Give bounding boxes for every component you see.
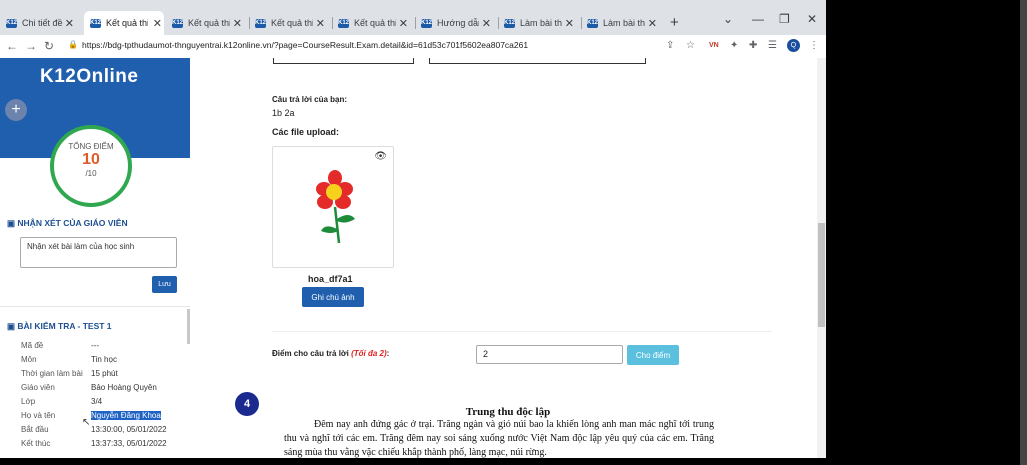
add-plus-icon[interactable]: + [5, 99, 27, 121]
teacher-comment-heading: ▣ NHẬN XÉT CỦA GIÁO VIÊN [7, 218, 128, 228]
tab-ket-qua-thi-3[interactable]: K12 Kết quả thi ✕ [255, 11, 327, 35]
reload-icon[interactable]: ↻ [44, 39, 54, 53]
info-row-mon: Môn Tin học [21, 355, 117, 364]
lock-icon: 🔒 [68, 40, 78, 49]
tab-ket-qua-thi-active[interactable]: K12 Kết quả thi ✕ [84, 11, 164, 35]
score-label: TỔNG ĐIỂM [68, 142, 114, 151]
total-score-circle: TỔNG ĐIỂM 10 /10 [50, 125, 132, 207]
extension-icon[interactable]: ✦ [730, 40, 738, 51]
info-row-giao-vien: Giáo viên Bảo Hoàng Quyên [21, 383, 157, 392]
main-scrollbar[interactable] [817, 58, 826, 458]
k12-favicon-icon: K12 [6, 18, 18, 28]
score-max-hint: (Tối đa 2) [351, 349, 387, 358]
desktop-background [826, 0, 1027, 465]
score-value: 10 [82, 151, 100, 168]
k12online-logo: K12Online [40, 66, 139, 87]
exam-heading: ▣ BÀI KIỂM TRA - TEST 1 [7, 321, 112, 331]
bookmark-star-icon[interactable]: ☆ [686, 40, 695, 51]
k12-favicon-icon: K12 [504, 18, 516, 28]
passage-title: Trung thu độc lập [465, 406, 551, 418]
close-icon[interactable]: ✕ [233, 17, 242, 30]
image-note-button[interactable]: Ghi chú ảnh [302, 287, 364, 307]
close-icon[interactable]: ✕ [482, 17, 491, 30]
eye-icon[interactable]: 👁 [374, 151, 387, 162]
score-max: /10 [85, 169, 97, 178]
new-tab-plus-icon[interactable]: + [670, 14, 679, 31]
prev-field-box [273, 58, 414, 64]
sidebar: K12Online + TỔNG ĐIỂM 10 /10 ▣ NHẬN XÉT … [0, 58, 190, 458]
scrollbar-thumb[interactable] [818, 223, 825, 327]
divider [0, 306, 190, 307]
tab-search-chevron-icon[interactable]: ⌄ [723, 12, 733, 26]
divider [272, 331, 772, 332]
give-score-button[interactable]: Cho điểm [627, 345, 679, 365]
close-window-icon[interactable]: ✕ [807, 12, 817, 26]
info-row-ma-de: Mã đề --- [21, 341, 99, 350]
main-content: Câu trả lời của bạn: 1b 2a Các file uplo… [190, 58, 817, 458]
tab-separator [249, 17, 250, 29]
passage-text: Đêm nay anh đứng gác ở trại. Trăng ngàn … [284, 419, 714, 458]
profile-avatar[interactable]: Q [787, 39, 800, 52]
tab-separator [581, 17, 582, 29]
close-icon[interactable]: ✕ [399, 17, 408, 30]
info-row-ho-va-ten: Họ và tên Nguyễn Đăng Khoa [21, 411, 161, 420]
info-row-thoi-gian: Thời gian làm bài 15 phút [21, 369, 118, 378]
score-for-answer-label: Điểm cho câu trả lời (Tối đa 2): [272, 349, 390, 358]
tab-separator [415, 17, 416, 29]
k12-favicon-icon: K12 [421, 18, 433, 28]
browser-window: K12Chi tiết đề thi✕ K12Kết quả thi✕ K12K… [0, 0, 826, 458]
restore-icon[interactable]: ❐ [779, 12, 790, 26]
close-icon[interactable]: ✕ [565, 17, 574, 30]
tab-huong-dan[interactable]: K12Hướng dẫn s✕ [421, 11, 493, 35]
uploaded-image-card[interactable]: 👁 [272, 146, 394, 268]
answer-label: Câu trả lời của bạn: [272, 95, 348, 104]
upload-label: Các file upload: [272, 127, 340, 137]
prev-field-box [429, 58, 646, 64]
tab-ket-qua-thi-2[interactable]: K12 Kết quả thi ✕ [172, 11, 244, 35]
student-name-selected[interactable]: Nguyễn Đăng Khoa [91, 411, 161, 420]
answer-value: 1b 2a [272, 108, 295, 118]
k12-favicon-icon: K12 [587, 18, 599, 28]
browser-toolbar: ← → ↻ 🔒 https://bdg-tpthudaumot-thnguyen… [0, 35, 826, 59]
score-input[interactable]: 2 [476, 345, 623, 364]
close-icon[interactable]: ✕ [153, 17, 162, 30]
teacher-comment-textarea[interactable]: Nhận xét bài làm của học sinh [20, 237, 177, 268]
comment-icon: ▣ [7, 218, 16, 228]
extension-vn-icon[interactable]: VN [709, 42, 719, 49]
info-row-lop: Lớp 3/4 [21, 397, 103, 406]
info-row-bat-dau: Bắt đầu 13:30:00, 05/01/2022 [21, 425, 167, 434]
minimize-icon[interactable]: — [752, 12, 764, 26]
k12-favicon-icon: K12 [255, 18, 267, 28]
k12-favicon-icon: K12 [172, 18, 184, 28]
tab-separator [498, 17, 499, 29]
menu-kebab-icon[interactable]: ⋮ [809, 40, 819, 51]
tab-lam-bai-thi-1[interactable]: K12 Làm bài thi ✕ [504, 11, 576, 35]
forward-arrow-icon[interactable]: → [25, 39, 37, 53]
tab-separator [332, 17, 333, 29]
info-row-ket-thuc: Kết thúc 13:37:33, 05/01/2022 [21, 439, 167, 448]
share-icon[interactable]: ⇪ [666, 40, 674, 51]
tab-bar: K12Chi tiết đề thi✕ K12Kết quả thi✕ K12K… [0, 0, 826, 35]
mouse-cursor-icon: ↖ [82, 417, 91, 428]
tab-chi-tiet-de-thi[interactable]: K12Chi tiết đề thi✕ [6, 11, 76, 35]
uploaded-file-name: hoa_df7a1 [308, 274, 353, 284]
close-icon[interactable]: ✕ [648, 17, 657, 30]
exam-icon: ▣ [7, 321, 16, 331]
address-bar[interactable]: https://bdg-tpthudaumot-thnguyentrai.k12… [82, 40, 528, 50]
save-comment-button[interactable]: Lưu [152, 276, 177, 293]
desktop-edge [1020, 0, 1027, 465]
tab-lam-bai-thi-2[interactable]: K12 Làm bài thi ✕ [587, 11, 659, 35]
reading-list-icon[interactable]: ☰ [768, 40, 777, 51]
close-icon[interactable]: ✕ [65, 17, 74, 30]
tab-ket-qua-thi-4[interactable]: K12 Kết quả thi ✕ [338, 11, 410, 35]
question-number-badge: 4 [235, 392, 259, 416]
flower-image [316, 170, 355, 244]
k12-favicon-icon: K12 [90, 18, 102, 28]
k12-favicon-icon: K12 [338, 18, 350, 28]
back-arrow-icon[interactable]: ← [6, 39, 18, 53]
puzzle-extensions-icon[interactable]: ✚ [749, 40, 757, 51]
close-icon[interactable]: ✕ [316, 17, 325, 30]
